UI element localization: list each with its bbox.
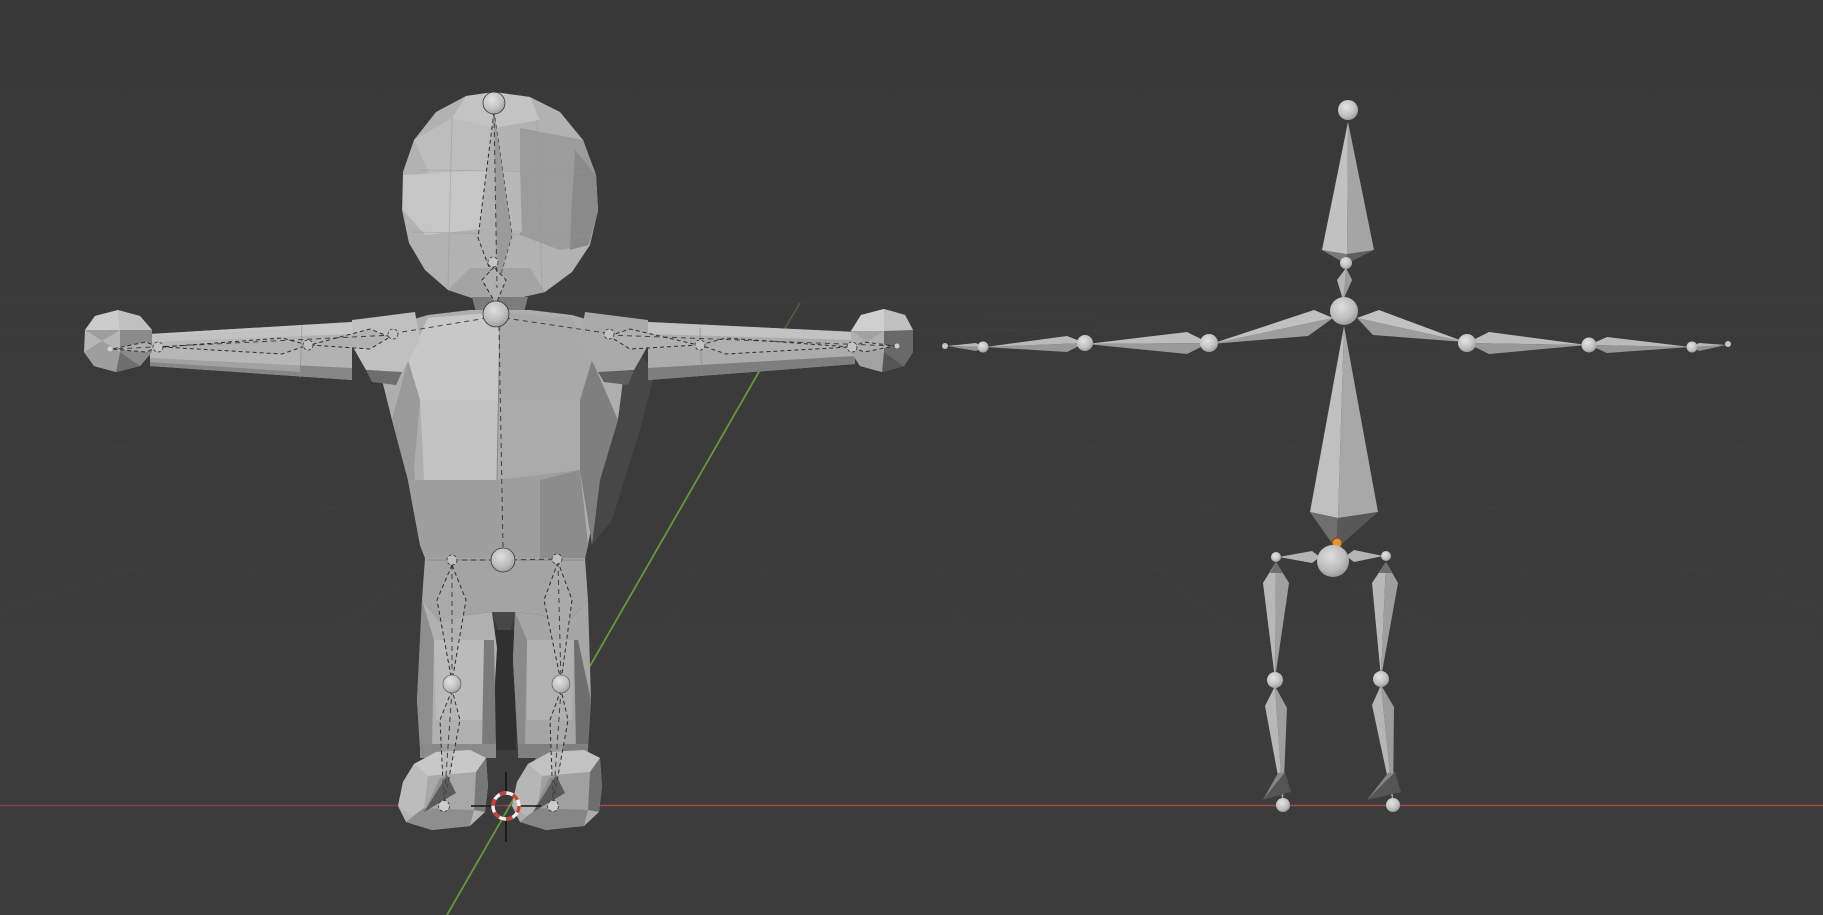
blender-3d-viewport[interactable] <box>0 0 1823 915</box>
viewport-background[interactable] <box>0 0 1823 915</box>
joint-fingertip-r <box>1725 341 1731 347</box>
joint-chest <box>1330 297 1358 325</box>
joint-wrist-l <box>153 342 163 352</box>
joint-hip-l <box>447 555 457 565</box>
joint-knee-l <box>1267 672 1283 688</box>
joint-neck <box>1340 257 1352 269</box>
joint-elbow-r <box>695 340 705 350</box>
joint-wrist-r <box>847 342 857 352</box>
joint-head-top <box>483 92 505 114</box>
joint-wrist-l <box>1077 335 1093 351</box>
joint-elbow-l <box>1200 334 1218 352</box>
character-object-facet <box>420 400 498 480</box>
joint-wrist-r <box>1582 338 1597 353</box>
joint-hip <box>491 548 515 572</box>
joint-fingertip-l <box>942 343 948 349</box>
joint-chest <box>483 301 509 327</box>
joint-knee-l <box>443 675 461 693</box>
joint-fingertip-r <box>895 344 900 349</box>
joint-hip-r <box>1381 551 1391 561</box>
joint-ankle-r <box>1386 798 1400 812</box>
joint-shoulder-r <box>604 329 614 339</box>
joint-elbow-l <box>303 340 313 350</box>
joint-hand-r <box>1687 342 1698 353</box>
joint-knee-r <box>552 675 570 693</box>
joint-ankle-l <box>439 801 450 812</box>
joint-elbow-r <box>1458 334 1476 352</box>
character-object-facet <box>540 470 588 558</box>
joint-neck <box>488 257 498 267</box>
joint-head-top <box>1338 100 1358 120</box>
joint-hip <box>1317 545 1349 577</box>
joint-knee-r <box>1373 671 1389 687</box>
character-object-facet <box>482 640 496 748</box>
joint-fingertip-l <box>108 347 113 352</box>
joint-hip-l <box>1271 552 1281 562</box>
character-object-facet <box>497 400 580 480</box>
joint-ankle-l <box>1276 798 1290 812</box>
joint-shoulder-l <box>388 329 398 339</box>
joint-hip-r <box>552 554 562 564</box>
joint-hand-l <box>978 342 989 353</box>
joint-ankle-r <box>548 801 559 812</box>
